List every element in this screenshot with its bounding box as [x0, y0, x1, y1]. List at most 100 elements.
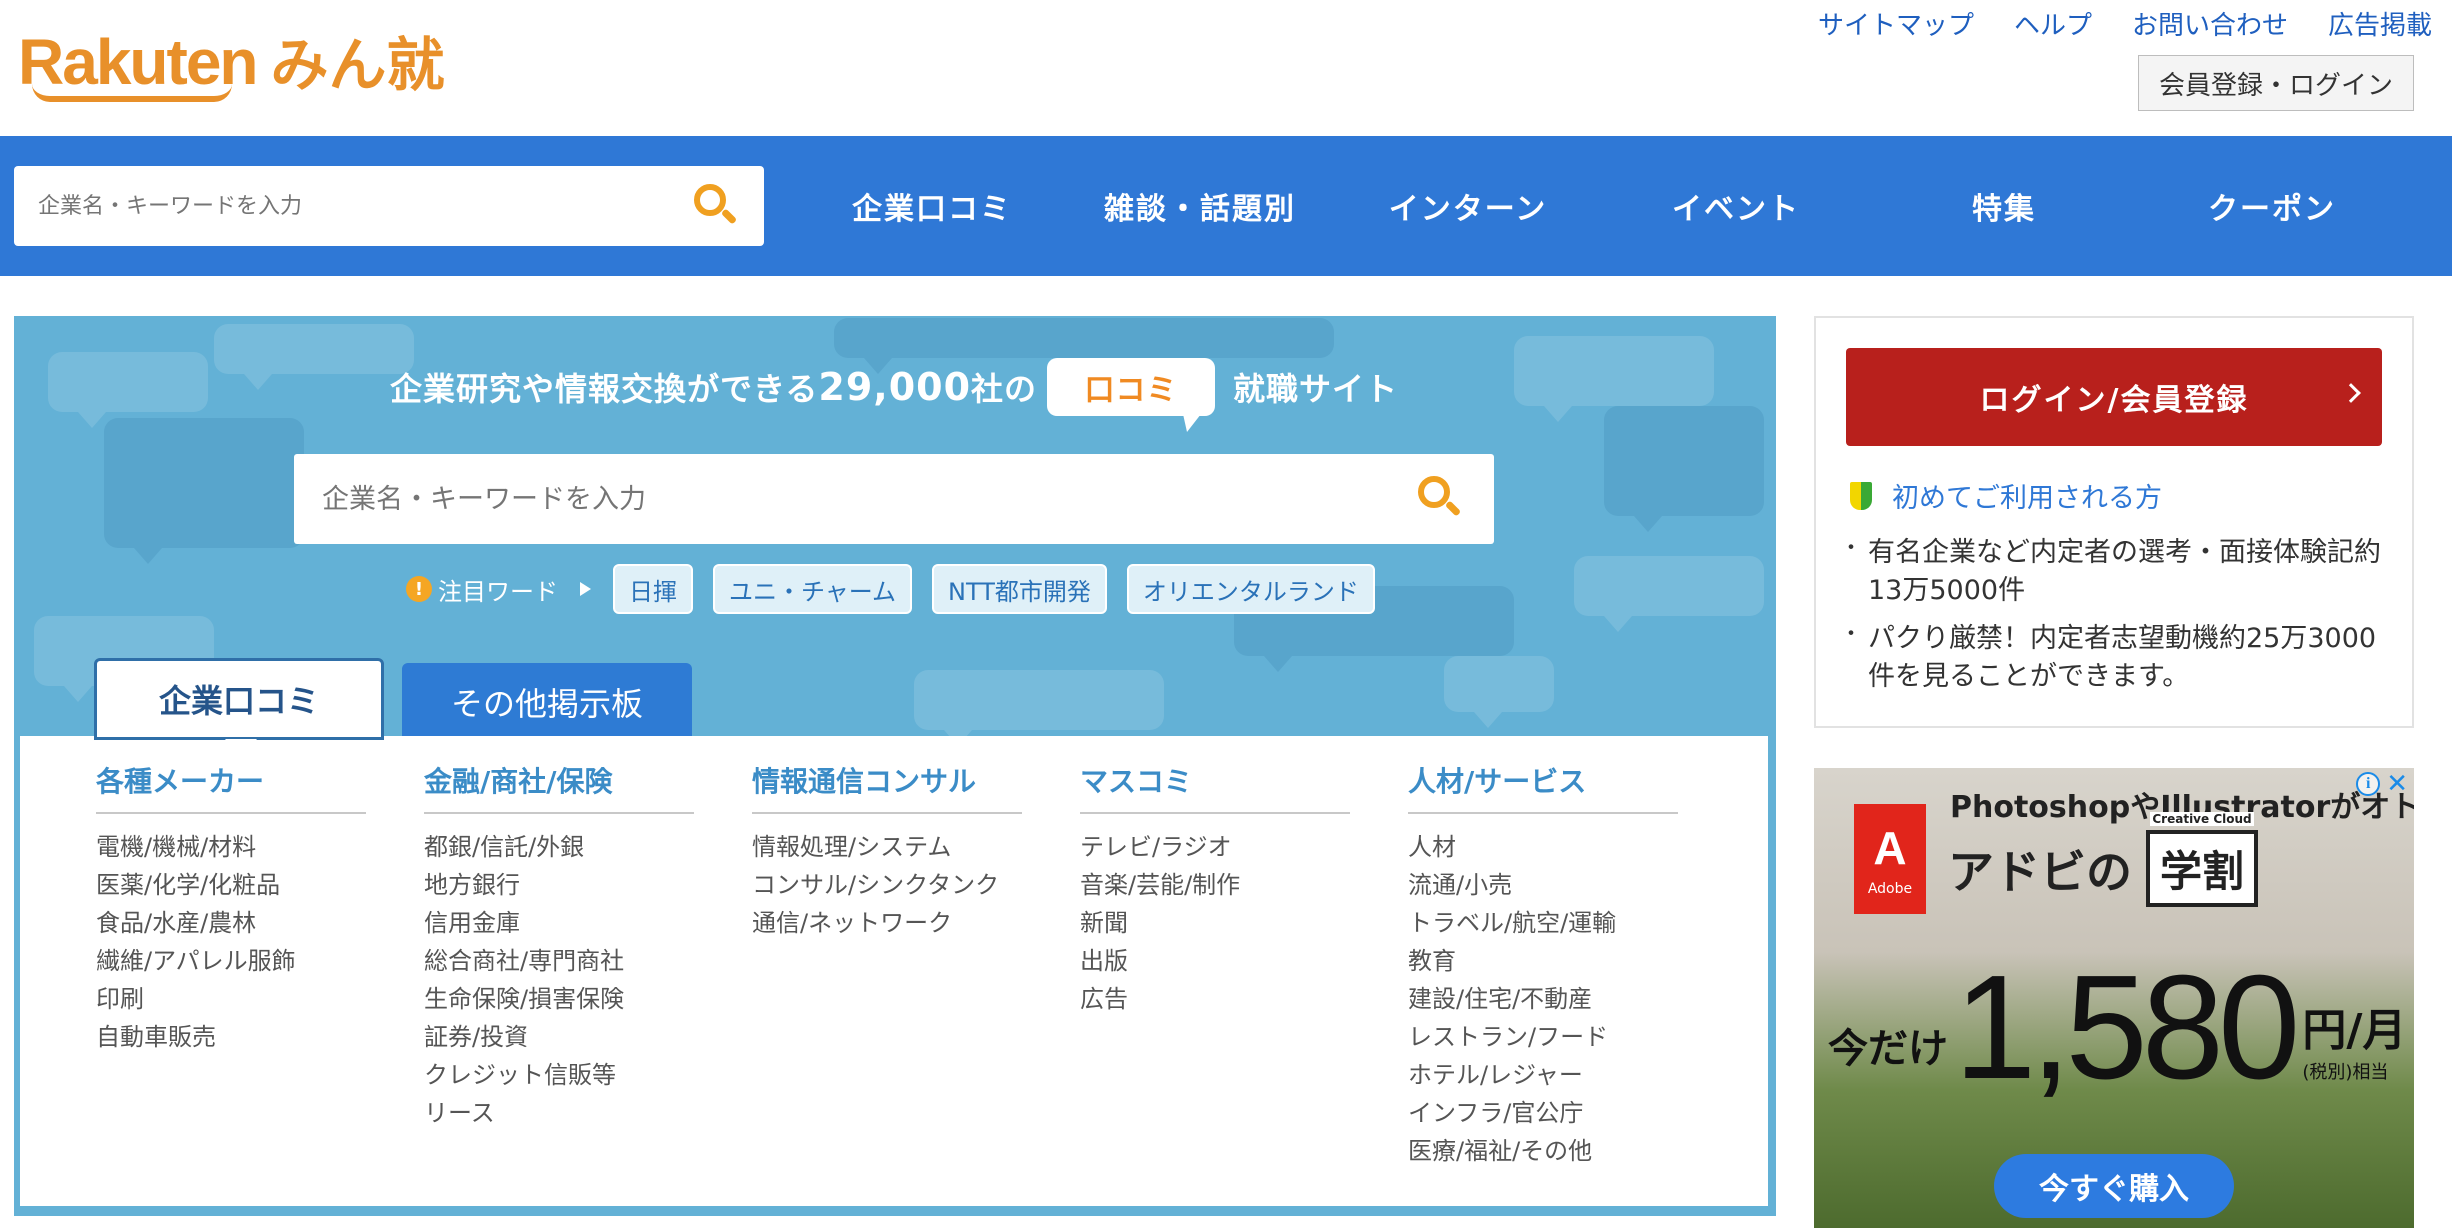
category-heading[interactable]: 情報通信コンサル [752, 760, 1022, 814]
category-link[interactable]: コンサル/シンクタンク [752, 866, 1022, 904]
category-link[interactable]: 総合商社/専門商社 [424, 942, 694, 980]
bg-speech-bubble [834, 318, 1334, 374]
adobe-logo-text: Adobe [1867, 881, 1913, 897]
category-link[interactable]: 都銀/信託/外銀 [424, 828, 694, 866]
category-link[interactable]: クレジット信販等 [424, 1056, 694, 1094]
category-link[interactable]: 医薬/化学/化粧品 [96, 866, 366, 904]
ad-subheadline-text: アドビの [1948, 844, 2132, 899]
member-register-login-button[interactable]: 会員登録・ログイン [2138, 55, 2414, 111]
search-icon[interactable] [1418, 476, 1462, 520]
category-link[interactable]: 出版 [1080, 942, 1350, 980]
category-link[interactable]: 建設/住宅/不動産 [1408, 980, 1678, 1018]
ad-price-note: (税別)相当 [2302, 1062, 2389, 1083]
tab-other-boards[interactable]: その他掲示板 [402, 663, 692, 741]
nav-item-features[interactable]: 特集 [1870, 136, 2138, 276]
bg-speech-bubble [1444, 656, 1554, 728]
trending-label: 注目ワード [438, 577, 558, 606]
hero-search-input[interactable] [322, 483, 1402, 515]
category-link[interactable]: 医療/福祉/その他 [1408, 1132, 1678, 1170]
category-link[interactable]: リース [424, 1094, 694, 1132]
headline-text-mid: 社の [971, 370, 1038, 408]
first-time-user-link[interactable]: 初めてご利用される方 [1850, 476, 2162, 515]
category-link[interactable]: 教育 [1408, 942, 1678, 980]
nav-item-events[interactable]: イベント [1602, 136, 1870, 276]
search-icon[interactable] [694, 184, 738, 228]
sitemap-link[interactable]: サイトマップ [1818, 8, 1974, 44]
nav-search-input[interactable] [38, 193, 678, 219]
category-column-finance: 金融/商社/保険 都銀/信託/外銀 地方銀行 信用金庫 総合商社/専門商社 生命… [424, 760, 694, 1132]
advertise-link[interactable]: 広告掲載 [2328, 8, 2432, 44]
contact-link[interactable]: お問い合わせ [2132, 8, 2288, 44]
category-link[interactable]: 地方銀行 [424, 866, 694, 904]
category-column-it-consulting: 情報通信コンサル 情報処理/システム コンサル/シンクタンク 通信/ネットワーク [752, 760, 1022, 942]
login-register-button[interactable]: ログイン/会員登録 [1846, 348, 2382, 446]
category-column-media: マスコミ テレビ/ラジオ 音楽/芸能/制作 新聞 出版 広告 [1080, 760, 1350, 1018]
category-heading[interactable]: マスコミ [1080, 760, 1350, 814]
main-nav-menu: 企業口コミ 雑談・話題別 インターン イベント 特集 クーポン [798, 136, 2406, 276]
member-benefits-list: 有名企業など内定者の選考・面接体験記約13万5000件 パクり厳禁！内定者志望動… [1840, 530, 2390, 706]
login-sidebar: ログイン/会員登録 初めてご利用される方 有名企業など内定者の選考・面接体験記約… [1814, 316, 2414, 728]
category-link[interactable]: 広告 [1080, 980, 1350, 1018]
hero-section: 企業研究や情報交換ができる 29,000 社の 口コミ 就職サイト ! 注目ワー… [14, 316, 1776, 1216]
bg-speech-bubble [1604, 406, 1764, 532]
beginner-mark-icon [1850, 481, 1872, 510]
help-link[interactable]: ヘルプ [2014, 8, 2092, 44]
login-button-label: ログイン/会員登録 [1979, 383, 2249, 418]
ad-price-unit: 円/月 [2302, 1005, 2407, 1056]
nav-item-coupons[interactable]: クーポン [2138, 136, 2406, 276]
ad-price-prefix: 今だけ [1828, 1026, 1948, 1072]
category-link[interactable]: 証券/投資 [424, 1018, 694, 1056]
adobe-a-icon: A [1873, 822, 1907, 874]
adobe-ad-banner[interactable]: i ✕ A Adobe PhotoshopやIllustratorがオトク アド… [1814, 768, 2414, 1228]
ad-buy-now-button[interactable]: 今すぐ購入 [1994, 1154, 2234, 1218]
chevron-right-icon [2341, 383, 2361, 403]
logo-swoosh [32, 84, 232, 102]
category-heading[interactable]: 人材/サービス [1408, 760, 1678, 814]
category-link[interactable]: 電機/機械/材料 [96, 828, 366, 866]
bg-speech-bubble [214, 324, 414, 390]
rakuten-minshu-logo[interactable]: Rakuten みん就 [18, 14, 445, 102]
ad-price-block: 今だけ 1,580 円/月 (税別)相当 [1828, 954, 2406, 1102]
category-link[interactable]: テレビ/ラジオ [1080, 828, 1350, 866]
trend-tag-ntt-urban[interactable]: NTT都市開発 [932, 564, 1107, 614]
bg-speech-bubble [1574, 556, 1764, 632]
nav-search-box [14, 166, 764, 246]
benefit-item: パクり厳禁！内定者志望動機約25万3000件を見ることができます。 [1840, 616, 2390, 696]
ad-badge-caption: Creative Cloud [2150, 812, 2255, 826]
category-link[interactable]: 繊維/アパレル服飾 [96, 942, 366, 980]
category-panel: 各種メーカー 電機/機械/材料 医薬/化学/化粧品 食品/水産/農林 繊維/アパ… [20, 736, 1768, 1206]
category-link[interactable]: 流通/小売 [1408, 866, 1678, 904]
nav-item-internship[interactable]: インターン [1334, 136, 1602, 276]
category-link[interactable]: 通信/ネットワーク [752, 904, 1022, 942]
category-link[interactable]: 生命保険/損害保険 [424, 980, 694, 1018]
bg-speech-bubble [914, 670, 1164, 746]
category-heading[interactable]: 各種メーカー [96, 760, 366, 814]
ad-subheadline: アドビの Creative Cloud 学割 [1948, 812, 2259, 907]
category-link[interactable]: トラベル/航空/運輸 [1408, 904, 1678, 942]
category-link[interactable]: 食品/水産/農林 [96, 904, 366, 942]
category-link[interactable]: 人材 [1408, 828, 1678, 866]
triangle-right-icon [580, 582, 591, 596]
header-utility-links: サイトマップ ヘルプ お問い合わせ 広告掲載 [1818, 8, 2432, 44]
category-link[interactable]: インフラ/官公庁 [1408, 1094, 1678, 1132]
category-link[interactable]: 新聞 [1080, 904, 1350, 942]
category-link[interactable]: 信用金庫 [424, 904, 694, 942]
category-link[interactable]: 印刷 [96, 980, 366, 1018]
headline-company-count: 29,000 [818, 365, 972, 409]
ad-badge-text: 学割 [2160, 847, 2245, 896]
category-link[interactable]: 自動車販売 [96, 1018, 366, 1056]
category-link[interactable]: レストラン/フード [1408, 1018, 1678, 1056]
trend-tag-oriental-land[interactable]: オリエンタルランド [1126, 564, 1375, 614]
category-column-manufacturers: 各種メーカー 電機/機械/材料 医薬/化学/化粧品 食品/水産/農林 繊維/アパ… [96, 760, 366, 1056]
benefit-item: 有名企業など内定者の選考・面接体験記約13万5000件 [1840, 530, 2390, 610]
trend-tag-unicharm[interactable]: ユニ・チャーム [713, 564, 913, 614]
nav-item-company-reviews[interactable]: 企業口コミ [798, 136, 1066, 276]
category-link[interactable]: ホテル/レジャー [1408, 1056, 1678, 1094]
nav-item-topics[interactable]: 雑談・話題別 [1066, 136, 1334, 276]
category-link[interactable]: 音楽/芸能/制作 [1080, 866, 1350, 904]
category-link[interactable]: 情報処理/システム [752, 828, 1022, 866]
trend-tag-jgc[interactable]: 日揮 [613, 564, 693, 614]
bg-speech-bubble [104, 418, 304, 564]
category-heading[interactable]: 金融/商社/保険 [424, 760, 694, 814]
tab-company-reviews[interactable]: 企業口コミ [94, 658, 384, 757]
